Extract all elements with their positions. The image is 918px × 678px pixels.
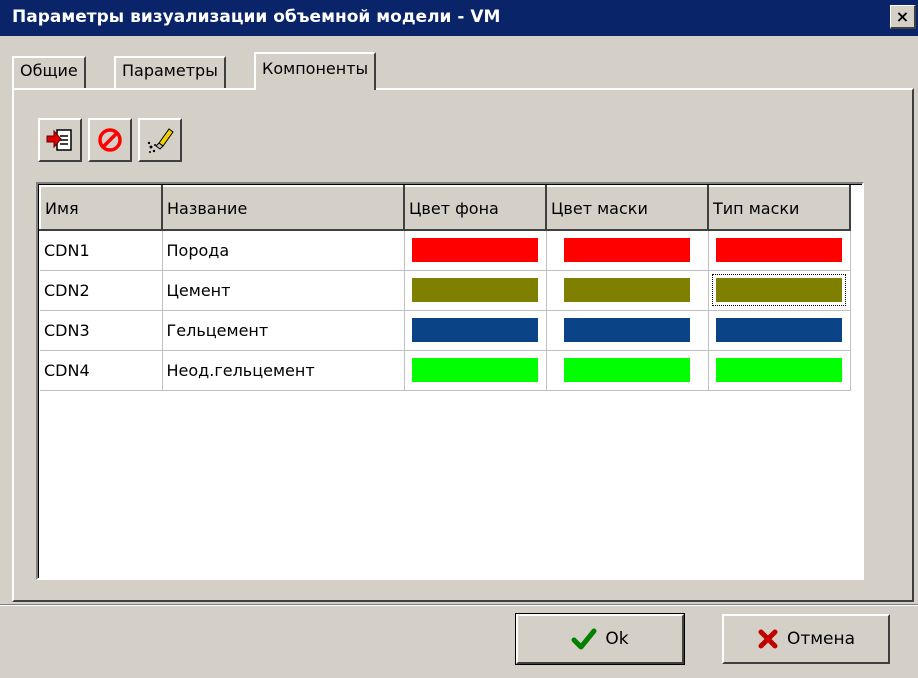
cell-mask-color[interactable] (546, 310, 709, 351)
cell-mask-type-focused[interactable] (708, 270, 851, 311)
tab-components[interactable]: Компоненты (254, 52, 377, 90)
cell-mask-color[interactable] (546, 230, 709, 271)
cancel-icon (98, 128, 122, 152)
color-swatch (716, 278, 842, 302)
cell-bg-color[interactable] (404, 230, 547, 271)
clear-button[interactable] (138, 118, 182, 162)
cell-name[interactable]: CDN4 (40, 350, 163, 391)
close-button[interactable]: × (890, 5, 916, 29)
cancel-action-button[interactable] (88, 118, 132, 162)
table-row[interactable]: CDN4 Неод.гельцемент (40, 350, 851, 391)
color-swatch (412, 358, 538, 382)
color-swatch (412, 238, 538, 263)
cancel-button-label: Отмена (786, 629, 856, 649)
ok-button[interactable]: Ok (515, 613, 685, 665)
components-grid[interactable]: Имя Название Цвет фона Цвет маски Тип ма… (36, 182, 864, 580)
cell-bg-color[interactable] (404, 350, 547, 391)
import-icon (46, 129, 72, 151)
table-row[interactable]: CDN2 Цемент (40, 270, 851, 311)
column-header-mask-color[interactable]: Цвет маски (545, 185, 709, 231)
column-header-title[interactable]: Название (161, 185, 405, 231)
tab-parameters[interactable]: Параметры (114, 56, 226, 88)
tab-general[interactable]: Общие (12, 56, 86, 88)
cell-name[interactable]: CDN2 (40, 270, 163, 311)
title-bar: Параметры визуализации объемной модели -… (0, 0, 918, 36)
color-swatch (564, 238, 690, 263)
cell-name[interactable]: CDN3 (40, 310, 163, 351)
color-swatch (716, 238, 842, 263)
color-swatch (412, 278, 538, 302)
checkmark-icon (571, 628, 597, 650)
cell-title[interactable]: Гельцемент (162, 310, 405, 351)
cell-mask-color[interactable] (546, 270, 709, 311)
column-header-mask-type[interactable]: Тип маски (707, 185, 851, 231)
components-table: Имя Название Цвет фона Цвет маски Тип ма… (39, 185, 851, 391)
color-swatch (564, 278, 690, 302)
window-title: Параметры визуализации объемной модели -… (12, 7, 501, 27)
tab-components-label: Компоненты (262, 59, 369, 78)
table-row[interactable]: CDN3 Гельцемент (40, 310, 851, 351)
cell-name[interactable]: CDN1 (40, 230, 163, 271)
color-swatch (716, 358, 842, 382)
cell-mask-type[interactable] (708, 310, 851, 351)
color-swatch (412, 318, 538, 342)
cell-mask-color[interactable] (546, 350, 709, 391)
column-header-bg-color[interactable]: Цвет фона (403, 185, 547, 231)
cell-mask-type[interactable] (708, 230, 851, 271)
color-swatch (564, 318, 690, 342)
table-header-row: Имя Название Цвет фона Цвет маски Тип ма… (39, 185, 851, 231)
cell-title[interactable]: Порода (162, 230, 405, 271)
bottom-separator (0, 604, 918, 606)
table-row[interactable]: CDN1 Порода (40, 230, 851, 271)
ok-button-label: Ok (605, 629, 629, 649)
color-swatch (716, 318, 842, 342)
import-button[interactable] (38, 118, 82, 162)
color-swatch (564, 358, 690, 382)
cross-icon (758, 629, 778, 649)
clear-icon (147, 128, 174, 153)
column-header-name[interactable]: Имя (39, 185, 163, 231)
cell-bg-color[interactable] (404, 310, 547, 351)
cell-title[interactable]: Цемент (162, 270, 405, 311)
tab-parameters-label: Параметры (122, 61, 218, 80)
cancel-button[interactable]: Отмена (722, 614, 890, 664)
cell-mask-type[interactable] (708, 350, 851, 391)
tab-general-label: Общие (20, 61, 78, 80)
cell-title[interactable]: Неод.гельцемент (162, 350, 405, 391)
cell-bg-color[interactable] (404, 270, 547, 311)
focus-rectangle (712, 274, 846, 306)
close-icon: × (895, 6, 910, 26)
